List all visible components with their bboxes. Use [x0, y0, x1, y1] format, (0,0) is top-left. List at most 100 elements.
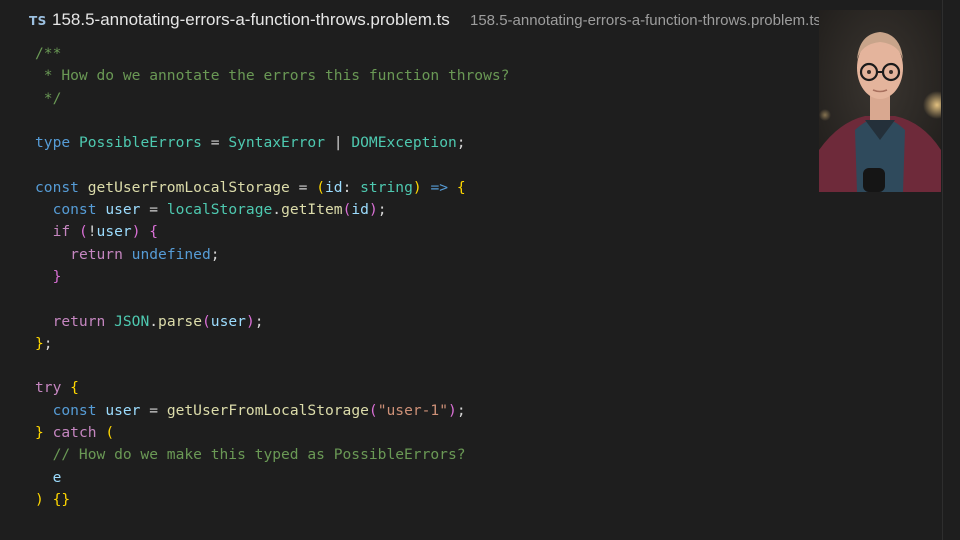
code-line: return undefined;	[35, 244, 815, 266]
punctuation: .	[149, 312, 159, 330]
type-name: SyntaxError	[228, 134, 325, 152]
comment: * How do we annotate the errors this fun…	[35, 67, 510, 85]
function-name: getUserFromLocalStorage	[87, 178, 290, 196]
control-keyword: return	[52, 312, 106, 330]
code-line: // How do we make this typed as Possible…	[35, 444, 815, 466]
operator: !	[87, 223, 97, 241]
punctuation: ;	[377, 201, 387, 219]
code-line: const user = getUserFromLocalStorage("us…	[35, 400, 815, 422]
bracket: (	[316, 178, 325, 196]
comment: // How do we make this typed as Possible…	[35, 446, 466, 464]
variable: id	[351, 201, 369, 219]
code-line: * How do we annotate the errors this fun…	[35, 65, 815, 87]
bracket: {	[456, 178, 466, 196]
keyword: const	[52, 201, 97, 219]
variable: user	[96, 223, 132, 241]
type-name: string	[360, 178, 413, 196]
punctuation: ;	[456, 134, 466, 152]
code-line: ) {}	[35, 489, 815, 511]
editor-tab-bar: TS 158.5-annotating-errors-a-function-th…	[0, 0, 960, 42]
tab-file-name[interactable]: 158.5-annotating-errors-a-function-throw…	[52, 10, 450, 30]
bracket: {	[70, 379, 79, 397]
variable: user	[105, 201, 141, 219]
code-line: const user = localStorage.getItem(id);	[35, 199, 815, 221]
operator: =	[289, 178, 317, 196]
code-line: e	[35, 467, 815, 489]
keyword: undefined	[131, 245, 211, 263]
editor-scrollbar[interactable]	[942, 0, 960, 540]
code-line: };	[35, 333, 815, 355]
bracket: }	[52, 267, 62, 285]
punctuation: .	[272, 201, 282, 219]
punctuation: :	[342, 178, 361, 196]
variable: user	[210, 312, 246, 330]
bracket: (	[105, 424, 115, 442]
code-line: */	[35, 88, 815, 110]
punctuation: ;	[456, 401, 466, 419]
object-name: JSON	[114, 312, 150, 330]
bracket: (	[78, 223, 88, 241]
bracket: )	[35, 490, 44, 508]
code-line: }	[35, 266, 815, 288]
bracket: )	[245, 312, 255, 330]
bracket: )	[368, 201, 378, 219]
operator: =	[140, 401, 167, 419]
arrow-operator: =>	[421, 178, 457, 196]
bracket: {	[149, 223, 159, 241]
variable: user	[105, 401, 141, 419]
code-line: type PossibleErrors = SyntaxError | DOME…	[35, 132, 815, 154]
bracket: }	[35, 424, 44, 442]
bracket: (	[201, 312, 211, 330]
keyword: type	[35, 134, 71, 152]
control-keyword: return	[70, 245, 123, 263]
code-line: if (!user) {	[35, 221, 815, 243]
method-name: getItem	[281, 201, 343, 219]
punctuation: ;	[210, 245, 220, 263]
punctuation: ;	[254, 312, 264, 330]
presenter-webcam-image	[819, 10, 941, 192]
code-line: try {	[35, 377, 815, 399]
code-line: const getUserFromLocalStorage = (id: str…	[35, 177, 815, 199]
scrollbar-divider	[942, 0, 943, 540]
control-keyword: if	[52, 223, 71, 241]
operator: =	[140, 201, 167, 219]
code-line: } catch (	[35, 422, 815, 444]
keyword: const	[35, 178, 79, 196]
type-name: PossibleErrors	[78, 134, 202, 152]
control-keyword: try	[35, 379, 62, 397]
function-name: getUserFromLocalStorage	[166, 401, 369, 419]
bracket: {}	[52, 490, 71, 508]
operator: =	[201, 134, 229, 152]
bracket: )	[448, 401, 457, 419]
punctuation: ;	[43, 334, 53, 352]
code-editor[interactable]: /** * How do we annotate the errors this…	[35, 43, 815, 533]
type-name: DOMException	[351, 134, 457, 152]
keyword: const	[52, 401, 97, 419]
string-literal: "user-1"	[377, 401, 449, 419]
bracket: }	[35, 334, 44, 352]
variable: e	[52, 468, 62, 486]
code-line: /**	[35, 43, 815, 65]
comment: */	[35, 89, 62, 107]
object-name: localStorage	[166, 201, 273, 219]
bracket: (	[368, 401, 378, 419]
typescript-icon: TS	[29, 14, 47, 28]
bracket: )	[412, 178, 422, 196]
tab-file-path: 158.5-annotating-errors-a-function-throw…	[470, 12, 821, 29]
comment: /**	[35, 45, 62, 62]
control-keyword: catch	[52, 424, 97, 442]
presenter-webcam	[819, 10, 941, 192]
parameter: id	[324, 178, 343, 196]
code-line: return JSON.parse(user);	[35, 311, 815, 333]
